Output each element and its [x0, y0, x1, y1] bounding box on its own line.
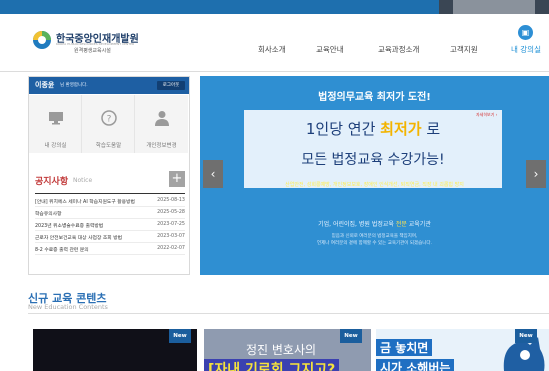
content-card-3[interactable]: 금 놓치면 시가 소해버는 New — [376, 329, 549, 371]
banner-title: 법정의무교육 최저가 도전! — [318, 92, 431, 103]
banner-prev-button[interactable]: ‹ — [203, 160, 223, 188]
banner-headline-1-post: 로 — [421, 120, 441, 138]
banner-info-highlight: 전문 — [395, 221, 407, 228]
chevron-right-icon: › — [533, 167, 539, 181]
banner-note: 믿음과 신뢰로 여러분의 법정교육을 책임지며, 언제나 여러분의 곁에 함께할… — [200, 233, 549, 247]
content-card-2-title: 정진 변호사의 — [246, 343, 317, 357]
banner-info-pre: 기업, 어린이집, 병원 법정교육 — [318, 221, 396, 228]
user-panel: 이종윤 님 환영합니다. 로그아웃 내 강의실 ? 학습도움말 개인정보변경 공… — [28, 76, 190, 275]
site-logo[interactable]: 한국중앙인재개발원 KOREA HUMAN RESOURCES DEVELOPM… — [32, 30, 222, 60]
new-badge: New — [515, 329, 537, 343]
notice-row[interactable]: 근로자 안전보건교육 대상 사업장 조회 방법 2023-03-07 — [35, 232, 185, 243]
banner-headline-1: 1인당 연간 최저가 로 — [244, 118, 502, 139]
banner-course-list: 산업안전, 성희롱예방, 개인정보보호, 장애인 인식개선, 퇴직연금, 직장 … — [285, 182, 464, 188]
content-card-2[interactable]: 정진 변호사의 New [자내 기로회 그지고? — [204, 329, 371, 371]
divider — [28, 313, 549, 314]
top-bar-utility-light — [453, 0, 535, 14]
banner-info: 기업, 어린이집, 병원 법정교육 전문 교육기관 — [200, 219, 549, 228]
notice-row-date: 2023-03-07 — [157, 234, 185, 239]
notice-row-date: 2025-08-13 — [157, 198, 185, 203]
logo-english-name: KOREA HUMAN RESOURCES DEVELOPMENT CENTER — [56, 42, 135, 46]
logout-button[interactable]: 로그아웃 — [157, 81, 185, 90]
nav-support[interactable]: 고객지원 — [450, 44, 478, 55]
welcome-bar: 이종윤 님 환영합니다. 로그아웃 — [29, 77, 189, 94]
help-icon: ? — [101, 110, 117, 126]
classroom-icon[interactable]: ▣ — [518, 25, 533, 40]
quick-link-label: 학습도움말 — [95, 143, 122, 149]
notice-row-title: 2023년 위소병술수료증 출력방법 — [35, 224, 104, 229]
quick-link-my-classroom[interactable]: 내 강의실 — [29, 95, 82, 153]
notice-row-date: 2022-02-07 — [157, 246, 185, 251]
notice-row[interactable]: 2023년 위소병술수료증 출력방법 2023-07-25 — [35, 220, 185, 231]
new-contents-title-en: New Education Contents — [28, 303, 108, 311]
banner-note-line-1: 믿음과 신뢰로 여러분의 법정교육을 책임지며, — [331, 234, 418, 239]
nav-education-info[interactable]: 교육안내 — [316, 44, 344, 55]
nav-company[interactable]: 회사소개 — [258, 44, 286, 55]
new-badge: New — [340, 329, 362, 343]
banner-headline-highlight: 최저가 — [380, 120, 422, 138]
nav-courses[interactable]: 교육과정소개 — [378, 44, 419, 55]
main-banner[interactable]: 법정의무교육 최저가 도전! 자세히보기 › 1인당 연간 최저가 로 모든 법… — [200, 76, 549, 275]
content-card-3-title: 금 놓치면 — [376, 339, 433, 356]
chevron-left-icon: ‹ — [210, 167, 216, 181]
quick-link-profile[interactable]: 개인정보변경 — [135, 95, 188, 153]
notice-row[interactable]: [안내] 위치에스 세미나 AI 학습지원도구 활용방법 2025-08-13 — [35, 196, 185, 207]
quick-link-label: 개인정보변경 — [146, 143, 177, 149]
quick-link-label: 내 강의실 — [44, 143, 67, 149]
new-badge: New — [169, 329, 191, 343]
notice-row-title: [안내] 위치에스 세미나 AI 학습지원도구 활용방법 — [35, 200, 135, 205]
notice-heading: 공지사항 — [35, 177, 69, 187]
logo-emblem-icon — [33, 31, 51, 49]
notice-row-date: 2023-07-25 — [157, 222, 185, 227]
top-bar — [0, 0, 549, 14]
person-icon — [155, 111, 169, 126]
banner-note-line-2: 언제나 여러분의 곁에 함께할 수 있는 교육기관이 되겠습니다. — [317, 241, 432, 246]
notice-row-date: 2025-05-28 — [157, 210, 185, 215]
notice-row[interactable]: 8-2 수료증 출력 관련 문의 2022-02-07 — [35, 244, 185, 255]
notice-more-button[interactable]: + — [169, 171, 185, 187]
banner-next-button[interactable]: › — [526, 160, 546, 188]
nav-my-classroom[interactable]: 내 강의실 — [511, 44, 541, 55]
welcome-message: 님 환영합니다. — [60, 83, 88, 88]
logo-subtitle: 원격평생교육시설 — [74, 48, 111, 54]
content-card-1[interactable]: New — [33, 329, 197, 371]
notice-heading-en: Notice — [73, 177, 93, 184]
content-card-2-subtitle: [자내 기로회 그지고? — [204, 359, 340, 371]
content-card-3-subtitle: 시가 소해버는 — [376, 359, 455, 371]
notice-row[interactable]: 학습유의사항 2025-05-28 — [35, 208, 185, 219]
notice-row-title: 학습유의사항 — [35, 212, 62, 217]
banner-headline-2: 모든 법정교육 수강가능! — [301, 152, 445, 168]
quick-link-help[interactable]: ? 학습도움말 — [82, 95, 135, 153]
banner-info-post: 교육기관 — [406, 221, 431, 228]
notice-row-title: 근로자 안전보건교육 대상 사업장 조회 방법 — [35, 236, 123, 241]
notice-row-title: 8-2 수료증 출력 관련 문의 — [35, 248, 89, 253]
svg-text:?: ? — [107, 115, 112, 125]
banner-card: 자세히보기 › 1인당 연간 최저가 로 모든 법정교육 수강가능! — [244, 110, 502, 188]
monitor-icon — [49, 112, 63, 125]
banner-headline-1-pre: 1인당 연간 — [305, 120, 381, 138]
divider — [35, 193, 185, 194]
user-name: 이종윤 — [35, 81, 55, 89]
site-header: 한국중앙인재개발원 KOREA HUMAN RESOURCES DEVELOPM… — [0, 14, 549, 72]
